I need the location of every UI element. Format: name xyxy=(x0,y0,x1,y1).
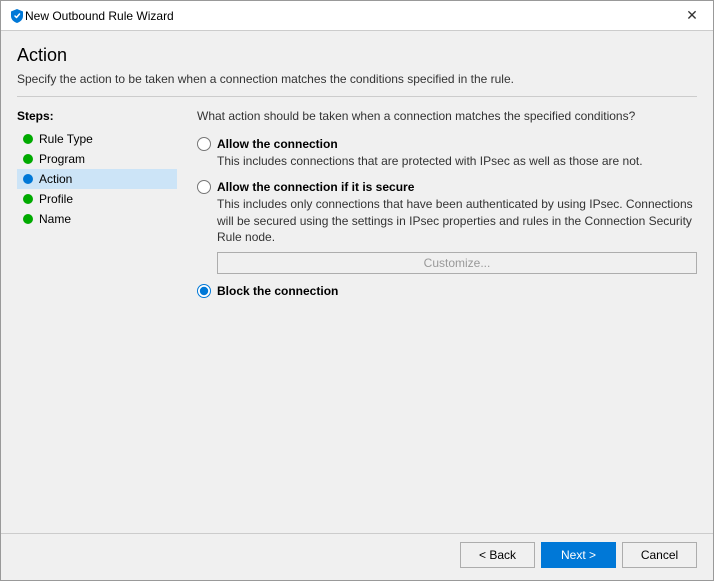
next-button[interactable]: Next > xyxy=(541,542,616,568)
sidebar-item-rule-type[interactable]: Rule Type xyxy=(17,129,177,149)
dot-rule-type xyxy=(23,134,33,144)
radio-allow-secure[interactable] xyxy=(197,180,211,194)
page-description: Specify the action to be taken when a co… xyxy=(17,72,697,97)
option-block: Block the connection xyxy=(197,284,697,298)
sidebar-item-program[interactable]: Program xyxy=(17,149,177,169)
radio-group: Allow the connection This includes conne… xyxy=(197,137,697,298)
option-allow-row: Allow the connection xyxy=(197,137,697,151)
content-panel: What action should be taken when a conne… xyxy=(187,109,697,525)
steps-label: Steps: xyxy=(17,109,177,123)
back-button[interactable]: < Back xyxy=(460,542,535,568)
cancel-button[interactable]: Cancel xyxy=(622,542,697,568)
sidebar-label-profile: Profile xyxy=(39,192,73,206)
radio-allow[interactable] xyxy=(197,137,211,151)
option-allow-secure-label[interactable]: Allow the connection if it is secure xyxy=(217,180,414,194)
dot-action xyxy=(23,174,33,184)
option-block-label[interactable]: Block the connection xyxy=(217,284,338,298)
sidebar-item-action[interactable]: Action xyxy=(17,169,177,189)
sidebar-label-action: Action xyxy=(39,172,72,186)
dot-name xyxy=(23,214,33,224)
option-allow-secure: Allow the connection if it is secure Thi… xyxy=(197,180,697,274)
radio-block[interactable] xyxy=(197,284,211,298)
sidebar-item-profile[interactable]: Profile xyxy=(17,189,177,209)
page-title: Action xyxy=(17,45,697,66)
footer: < Back Next > Cancel xyxy=(1,533,713,580)
sidebar-item-name[interactable]: Name xyxy=(17,209,177,229)
dot-program xyxy=(23,154,33,164)
option-block-row: Block the connection xyxy=(197,284,697,298)
option-allow-label[interactable]: Allow the connection xyxy=(217,137,338,151)
close-button[interactable]: ✕ xyxy=(679,5,705,27)
sidebar-label-name: Name xyxy=(39,212,71,226)
dot-profile xyxy=(23,194,33,204)
option-allow-secure-row: Allow the connection if it is secure xyxy=(197,180,697,194)
sidebar-label-program: Program xyxy=(39,152,85,166)
content-area: Action Specify the action to be taken wh… xyxy=(1,31,713,533)
option-allow: Allow the connection This includes conne… xyxy=(197,137,697,170)
wizard-window: New Outbound Rule Wizard ✕ Action Specif… xyxy=(0,0,714,581)
sidebar: Steps: Rule Type Program Action Profile xyxy=(17,109,187,525)
window-title: New Outbound Rule Wizard xyxy=(25,9,679,23)
content-question: What action should be taken when a conne… xyxy=(197,109,697,123)
option-allow-secure-desc: This includes only connections that have… xyxy=(217,196,697,246)
main-body: Steps: Rule Type Program Action Profile xyxy=(17,109,697,525)
title-bar: New Outbound Rule Wizard ✕ xyxy=(1,1,713,31)
sidebar-label-rule-type: Rule Type xyxy=(39,132,93,146)
wizard-icon xyxy=(9,8,25,24)
customize-button[interactable]: Customize... xyxy=(217,252,697,274)
option-allow-desc: This includes connections that are prote… xyxy=(217,153,697,170)
